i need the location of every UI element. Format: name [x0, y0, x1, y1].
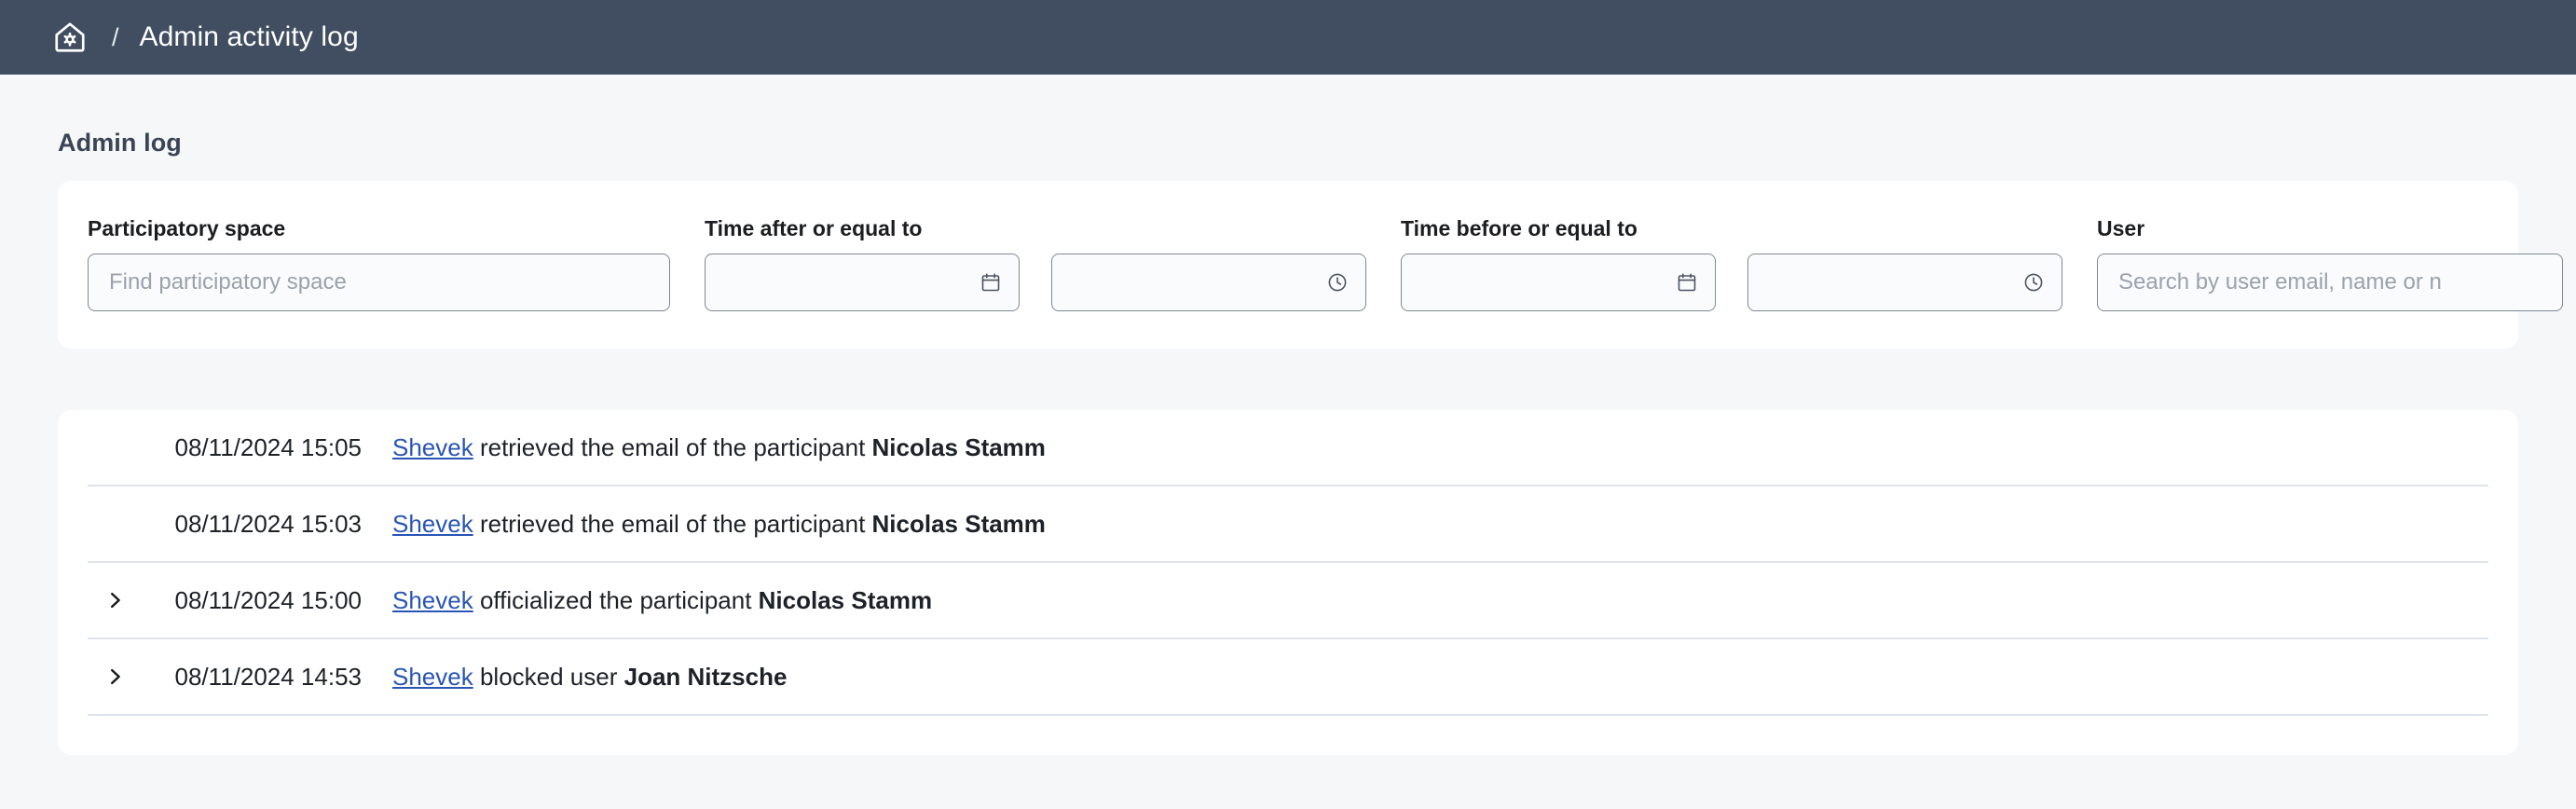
filter-participatory-space: Participatory space — [88, 216, 670, 311]
filter-user: User — [2097, 216, 2563, 311]
log-message: Shevek officialized the participant Nico… — [392, 586, 932, 615]
filter-time-after-time — [1051, 254, 1366, 311]
chevron-right-icon[interactable] — [104, 590, 145, 610]
page-title: Admin log — [58, 129, 2518, 158]
house-gear-icon[interactable] — [50, 18, 89, 57]
time-after-label: Time after or equal to — [705, 216, 1020, 241]
participatory-space-input-wrap — [88, 254, 670, 311]
user-input-wrap — [2097, 254, 2563, 311]
table-row[interactable]: 08/11/2024 15:00 Shevek officialized the… — [88, 563, 2488, 639]
time-before-date-input[interactable] — [1401, 254, 1716, 311]
log-action-text: officialized the participant — [473, 586, 759, 614]
log-timestamp: 08/11/2024 15:03 — [145, 510, 362, 539]
admin-log-results: 08/11/2024 15:05 Shevek retrieved the em… — [58, 410, 2518, 755]
page-breadcrumb-title: Admin activity log — [140, 21, 359, 53]
table-row[interactable]: 08/11/2024 15:03 Shevek retrieved the em… — [88, 487, 2488, 563]
time-before-label: Time before or equal to — [1401, 216, 1716, 241]
time-after-date-wrap — [705, 254, 1020, 311]
time-after-time-wrap — [1051, 254, 1366, 311]
time-after-time-input[interactable] — [1051, 254, 1366, 311]
log-timestamp: 08/11/2024 15:05 — [145, 433, 362, 462]
filter-time-before-date: Time before or equal to — [1401, 216, 1716, 311]
participatory-space-label: Participatory space — [88, 216, 670, 241]
participatory-space-input[interactable] — [88, 254, 670, 311]
table-row[interactable]: 08/11/2024 15:05 Shevek retrieved the em… — [88, 410, 2488, 487]
time-before-time-input[interactable] — [1747, 254, 2062, 311]
log-message: Shevek retrieved the email of the partic… — [392, 433, 1046, 462]
log-actor-link[interactable]: Shevek — [392, 510, 473, 538]
log-target-name: Joan Nitzsche — [624, 663, 788, 691]
log-target-name: Nicolas Stamm — [872, 510, 1046, 538]
time-before-date-wrap — [1401, 254, 1716, 311]
user-search-input[interactable] — [2097, 254, 2563, 311]
page-content: Admin log Participatory space Time after… — [0, 129, 2576, 755]
log-action-text: retrieved the email of the participant — [473, 510, 872, 538]
log-timestamp: 08/11/2024 15:00 — [145, 586, 362, 615]
log-actor-link[interactable]: Shevek — [392, 433, 473, 461]
table-row[interactable]: 08/11/2024 14:53 Shevek blocked user Joa… — [88, 639, 2488, 716]
time-before-time-wrap — [1747, 254, 2062, 311]
log-action-text: retrieved the email of the participant — [473, 433, 872, 461]
breadcrumb-separator: / — [112, 25, 119, 50]
filter-panel: Participatory space Time after or equal … — [58, 181, 2518, 349]
log-actor-link[interactable]: Shevek — [392, 663, 473, 691]
log-target-name: Nicolas Stamm — [759, 586, 932, 614]
log-actor-link[interactable]: Shevek — [392, 586, 473, 614]
chevron-right-icon[interactable] — [104, 666, 145, 687]
filter-time-before-time — [1747, 254, 2062, 311]
log-action-text: blocked user — [473, 663, 624, 691]
user-label: User — [2097, 216, 2563, 241]
log-message: Shevek retrieved the email of the partic… — [392, 510, 1046, 539]
log-target-name: Nicolas Stamm — [872, 433, 1046, 461]
log-timestamp: 08/11/2024 14:53 — [145, 663, 362, 692]
time-after-date-input[interactable] — [705, 254, 1020, 311]
log-message: Shevek blocked user Joan Nitzsche — [392, 663, 787, 692]
admin-log-list: 08/11/2024 15:05 Shevek retrieved the em… — [88, 410, 2488, 716]
top-breadcrumb-bar: / Admin activity log — [0, 0, 2576, 75]
filter-row: Participatory space Time after or equal … — [88, 216, 2488, 311]
filter-time-after-date: Time after or equal to — [705, 216, 1020, 311]
